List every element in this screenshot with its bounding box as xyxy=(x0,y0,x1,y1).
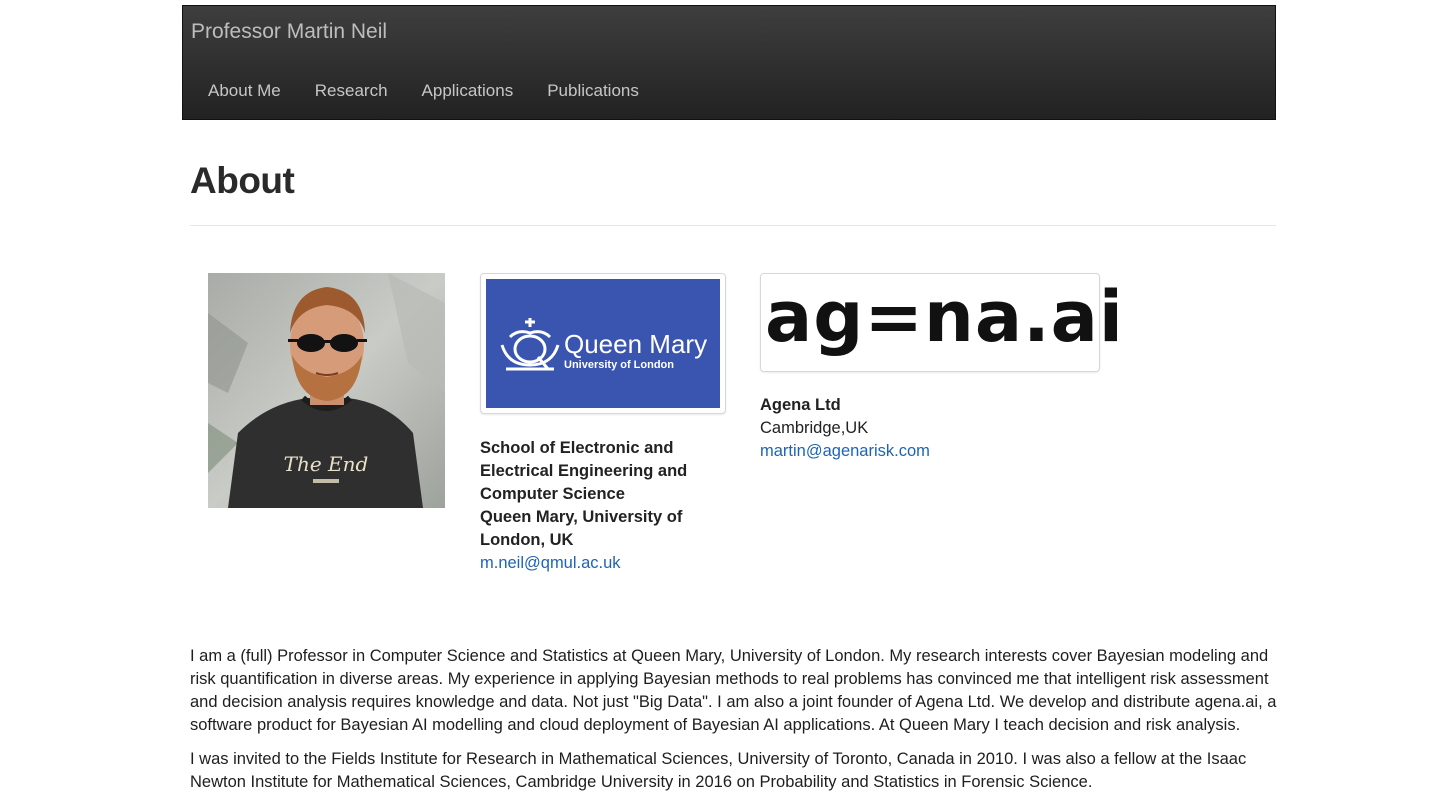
department-line-3: Computer Science xyxy=(480,485,625,503)
qmul-logo-subtitle: University of London xyxy=(564,359,674,371)
department-line-2: Electrical Engineering and xyxy=(480,462,688,480)
department-line-1: School of Electronic and xyxy=(480,439,674,457)
qmul-email-link[interactable]: m.neil@qmul.ac.uk xyxy=(480,554,621,572)
bio-paragraph-1: I am a (full) Professor in Computer Scie… xyxy=(190,647,1277,734)
page-title: About xyxy=(190,160,295,201)
bio-section: I am a (full) Professor in Computer Scie… xyxy=(190,645,1280,805)
nav-item-about-me: About Me xyxy=(208,81,281,101)
nav-link-publications[interactable]: Publications xyxy=(547,81,639,100)
bio-paragraph-2: I was invited to the Fields Institute fo… xyxy=(190,750,1247,791)
site-brand[interactable]: Professor Martin Neil xyxy=(191,20,387,44)
qmul-logo-title: Queen Mary xyxy=(564,329,708,359)
nav-link-about-me[interactable]: About Me xyxy=(208,81,281,100)
agena-wordmark: ag=na.ai xyxy=(765,276,1124,358)
institution-line-2: London, UK xyxy=(480,531,574,549)
shirt-text: The End xyxy=(284,452,369,476)
agena-logo[interactable]: ag=na.ai xyxy=(760,273,1123,372)
qmul-logo[interactable]: Queen Mary University of London xyxy=(480,273,726,414)
company-name: Agena Ltd xyxy=(760,396,841,414)
nav-item-research: Research xyxy=(315,81,388,101)
title-divider xyxy=(190,225,1276,226)
crown-icon xyxy=(500,318,560,371)
agena-affiliation: Agena Ltd Cambridge,UK martin@agenarisk.… xyxy=(760,394,1000,463)
nav-item-applications: Applications xyxy=(422,81,514,101)
nav-menu: About Me Research Applications Publicati… xyxy=(208,81,639,101)
institution-line-1: Queen Mary, University of xyxy=(480,508,683,526)
company-location: Cambridge,UK xyxy=(760,419,869,437)
qmul-affiliation: School of Electronic and Electrical Engi… xyxy=(480,437,720,575)
nav-link-applications[interactable]: Applications xyxy=(422,81,514,100)
top-navbar: Professor Martin Neil About Me Research … xyxy=(182,5,1276,120)
nav-item-publications: Publications xyxy=(547,81,639,101)
qmul-logo-panel: Queen Mary University of London xyxy=(486,279,720,408)
agena-email-link[interactable]: martin@agenarisk.com xyxy=(760,442,930,460)
nav-link-research[interactable]: Research xyxy=(315,81,388,100)
profile-photo: The End xyxy=(208,273,445,508)
